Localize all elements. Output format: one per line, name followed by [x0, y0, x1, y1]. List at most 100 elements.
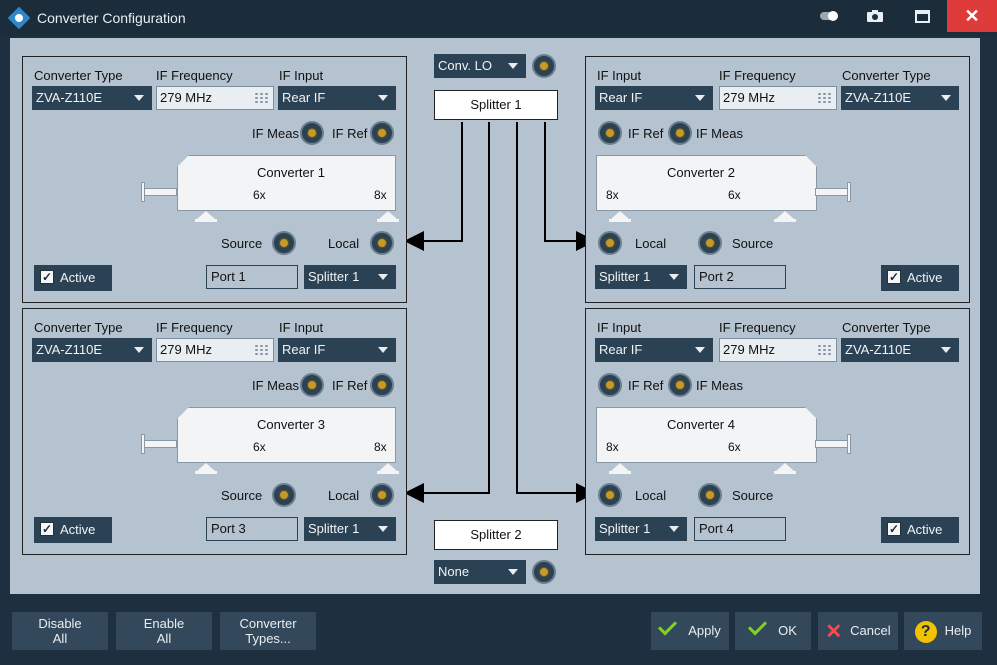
config-area: Conv. LO Splitter 1 Splitter 2 None Conv…	[10, 38, 980, 594]
active-checkbox[interactable]: ✓ Active	[34, 517, 112, 543]
if-frequency-value: 279 MHz	[160, 342, 213, 357]
splitter-select[interactable]: Splitter 1	[304, 265, 396, 289]
close-button[interactable]: ✕	[947, 0, 997, 32]
if-ref-connector-icon[interactable]	[598, 373, 622, 397]
source-label: Source	[221, 236, 263, 251]
conv-lo-value: Conv. LO	[438, 58, 492, 73]
camera-icon[interactable]	[852, 0, 898, 32]
if-frequency-input[interactable]: 279 MHz	[156, 86, 274, 110]
splitter-select[interactable]: Splitter 1	[304, 517, 396, 541]
local-label: Local	[635, 488, 667, 503]
source-connector-icon[interactable]	[698, 231, 722, 255]
left-multiplier: 6x	[253, 440, 266, 454]
keypad-icon[interactable]	[817, 344, 831, 356]
port-value: Port 4	[699, 521, 734, 536]
if-frequency-label: IF Frequency	[156, 320, 233, 335]
checkbox-check-icon: ✓	[887, 270, 901, 284]
splitter-2-select[interactable]: None	[434, 560, 526, 584]
if-frequency-input[interactable]: 279 MHz	[719, 338, 837, 362]
source-connector-icon[interactable]	[272, 231, 296, 255]
converter-type-select[interactable]: ZVA-Z110E	[32, 86, 152, 110]
active-label: Active	[907, 522, 943, 537]
if-ref-label: IF Ref	[332, 126, 368, 141]
if-input-select[interactable]: Rear IF	[278, 86, 396, 110]
apply-button[interactable]: Apply	[651, 612, 729, 650]
left-multiplier: 8x	[606, 188, 619, 202]
port-field[interactable]: Port 2	[694, 265, 786, 289]
if-meas-connector-icon[interactable]	[300, 373, 324, 397]
splitter-select[interactable]: Splitter 1	[595, 517, 687, 541]
source-label: Source	[732, 236, 774, 251]
enable-all-button[interactable]: Enable All	[116, 612, 212, 650]
if-input-select[interactable]: Rear IF	[278, 338, 396, 362]
port-field[interactable]: Port 1	[206, 265, 298, 289]
splitter-value: Splitter 1	[308, 521, 360, 536]
active-checkbox[interactable]: ✓ Active	[881, 517, 959, 543]
keypad-icon[interactable]	[817, 92, 831, 104]
converter-2-panel: IF Input IF Frequency Converter Type Rea…	[585, 56, 970, 303]
if-ref-label: IF Ref	[628, 126, 664, 141]
if-ref-connector-icon[interactable]	[370, 121, 394, 145]
if-meas-label: IF Meas	[252, 378, 299, 393]
toggle-icon[interactable]	[806, 0, 852, 32]
if-input-select[interactable]: Rear IF	[595, 338, 713, 362]
conv-lo-connector-icon[interactable]	[532, 54, 556, 78]
disable-all-button[interactable]: Disable All	[12, 612, 108, 650]
local-connector-icon[interactable]	[598, 483, 622, 507]
check-icon	[658, 616, 678, 636]
splitter-2-value: None	[438, 564, 470, 579]
cancel-button[interactable]: ✕ Cancel	[818, 612, 898, 650]
local-label: Local	[328, 236, 360, 251]
ok-button[interactable]: OK	[735, 612, 811, 650]
if-ref-connector-icon[interactable]	[370, 373, 394, 397]
keypad-icon[interactable]	[254, 92, 268, 104]
active-checkbox[interactable]: ✓ Active	[881, 265, 959, 291]
conv-lo-select[interactable]: Conv. LO	[434, 54, 526, 78]
splitter-select[interactable]: Splitter 1	[595, 265, 687, 289]
port-field[interactable]: Port 4	[694, 517, 786, 541]
active-label: Active	[907, 270, 943, 285]
converter-type-select[interactable]: ZVA-Z110E	[841, 86, 959, 110]
title-bar: Converter Configuration ✕	[0, 0, 997, 36]
local-connector-icon[interactable]	[598, 231, 622, 255]
converter-type-select[interactable]: ZVA-Z110E	[32, 338, 152, 362]
if-frequency-input[interactable]: 279 MHz	[719, 86, 837, 110]
if-input-label: IF Input	[597, 320, 642, 335]
local-connector-icon[interactable]	[370, 483, 394, 507]
if-meas-connector-icon[interactable]	[300, 121, 324, 145]
if-meas-connector-icon[interactable]	[668, 373, 692, 397]
if-frequency-value: 279 MHz	[723, 90, 776, 105]
splitter-2-connector-icon[interactable]	[532, 560, 556, 584]
if-input-label: IF Input	[279, 320, 324, 335]
keypad-icon[interactable]	[254, 344, 268, 356]
checkbox-check-icon: ✓	[40, 270, 54, 284]
converter-title: Converter 2	[667, 165, 735, 180]
window-title: Converter Configuration	[37, 10, 186, 26]
converter-title: Converter 1	[257, 165, 325, 180]
if-input-select[interactable]: Rear IF	[595, 86, 713, 110]
port-field[interactable]: Port 3	[206, 517, 298, 541]
if-input-value: Rear IF	[282, 90, 326, 105]
source-connector-icon[interactable]	[272, 483, 296, 507]
help-icon: ?	[914, 620, 937, 643]
apply-label: Apply	[688, 623, 721, 638]
active-checkbox[interactable]: ✓ Active	[34, 265, 112, 291]
if-meas-connector-icon[interactable]	[668, 121, 692, 145]
if-frequency-label: IF Frequency	[719, 68, 796, 83]
splitter-2-box: Splitter 2	[434, 520, 558, 550]
converter-4-graphic: Converter 4 8x 6x	[596, 407, 871, 474]
converter-types-button[interactable]: Converter Types...	[220, 612, 316, 650]
if-frequency-input[interactable]: 279 MHz	[156, 338, 274, 362]
source-label: Source	[221, 488, 263, 503]
if-input-label: IF Input	[597, 68, 642, 83]
source-connector-icon[interactable]	[698, 483, 722, 507]
converter-type-label: Converter Type	[842, 68, 931, 83]
converter-type-label: Converter Type	[34, 68, 123, 83]
help-button[interactable]: ? Help	[904, 612, 982, 650]
converter-type-value: ZVA-Z110E	[36, 342, 102, 357]
converter-4-panel: IF Input IF Frequency Converter Type Rea…	[585, 308, 970, 555]
if-ref-connector-icon[interactable]	[598, 121, 622, 145]
local-connector-icon[interactable]	[370, 231, 394, 255]
converter-type-select[interactable]: ZVA-Z110E	[841, 338, 959, 362]
maximize-icon[interactable]	[899, 0, 945, 32]
